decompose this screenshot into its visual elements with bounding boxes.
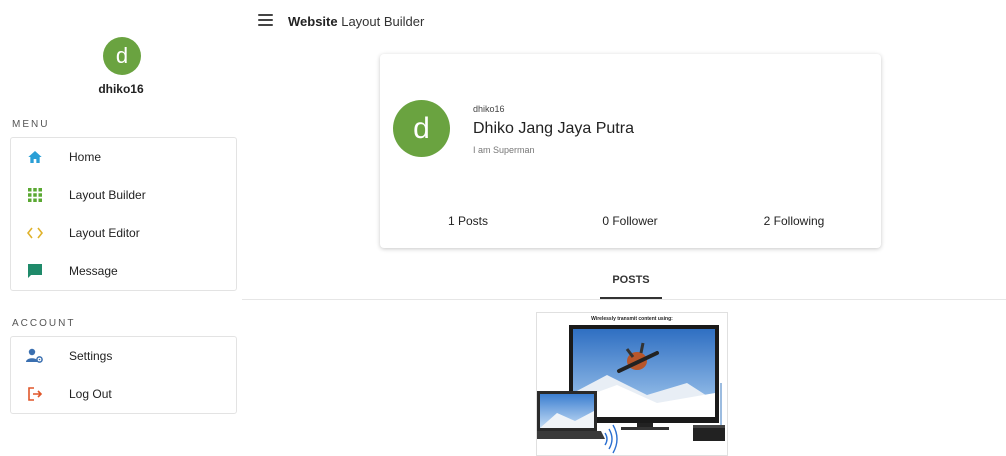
sidebar-item-label: Settings [69,349,113,363]
page-title: Website Layout Builder [288,14,424,29]
page-title-rest: Layout Builder [337,14,425,29]
sidebar-item-message[interactable]: Message [11,252,236,290]
profile-card: d dhiko16 Dhiko Jang Jaya Putra I am Sup… [380,54,881,248]
code-icon [25,223,45,243]
following-count[interactable]: 2 Following [724,214,864,228]
posts-count[interactable]: 1 Posts [398,214,538,228]
sidebar-item-label: Layout Builder [69,188,146,202]
grid-icon [25,185,45,205]
home-icon [25,147,45,167]
profile-name: Dhiko Jang Jaya Putra [473,120,634,137]
sidebar: d dhiko16 MENU Home Layout Builder Layou… [0,0,242,454]
top-bar: Website Layout Builder [242,0,1006,44]
post-image [537,325,725,454]
sidebar-item-layout-builder[interactable]: Layout Builder [11,176,236,214]
profile-bio: I am Superman [473,145,535,155]
sidebar-item-label: Layout Editor [69,226,140,240]
sidebar-item-label: Log Out [69,387,112,401]
profile-handle: dhiko16 [473,104,505,114]
profile-avatar: d [393,100,450,157]
logout-icon [25,384,45,404]
hamburger-menu-icon[interactable] [258,14,273,26]
sidebar-item-logout[interactable]: Log Out [11,375,236,413]
tab-posts[interactable]: POSTS [600,266,662,299]
message-icon [25,261,45,281]
sidebar-item-home[interactable]: Home [11,138,236,176]
followers-count[interactable]: 0 Follower [560,214,700,228]
menu-section-label: MENU [12,119,50,130]
sidebar-item-label: Message [69,264,118,278]
sidebar-item-label: Home [69,150,102,164]
account-list: Settings Log Out [10,336,237,414]
menu-list: Home Layout Builder Layout Editor Messag… [10,137,237,291]
sidebar-item-layout-editor[interactable]: Layout Editor [11,214,236,252]
user-settings-icon [25,346,45,366]
sidebar-item-settings[interactable]: Settings [11,337,236,375]
page-title-bold: Website [288,14,338,29]
sidebar-username: dhiko16 [98,82,144,96]
tab-divider [242,299,1006,300]
post-thumbnail[interactable]: Wirelessly transmit content using: [536,312,728,456]
account-section-label: ACCOUNT [12,318,76,329]
sidebar-avatar[interactable]: d [103,37,141,75]
